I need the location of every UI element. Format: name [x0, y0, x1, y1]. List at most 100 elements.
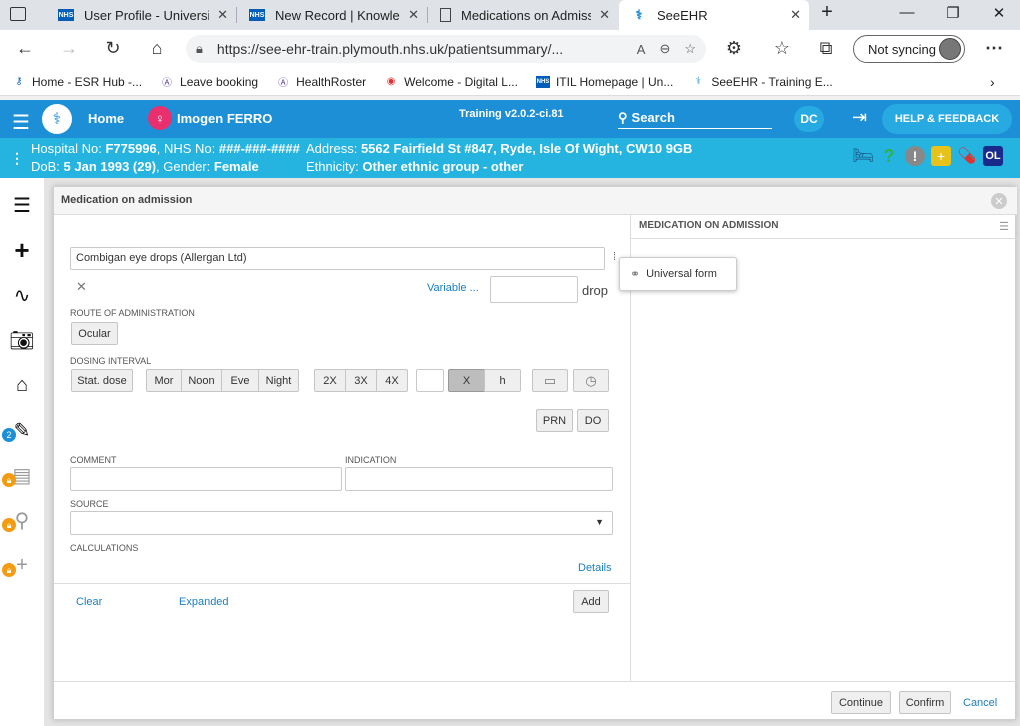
- browser-tab-medications[interactable]: Medications on Admiss ✕: [428, 0, 618, 30]
- browser-tab-new-record[interactable]: NHSNew Record | Knowledg✕: [237, 0, 427, 30]
- time-of-day-group: Mor Noon Eve Night: [146, 369, 299, 392]
- new-tab-icon[interactable]: +: [815, 1, 839, 24]
- patient-name[interactable]: Imogen FERRO: [177, 111, 272, 126]
- freq-3x-button[interactable]: 3X: [345, 369, 377, 392]
- prn-button[interactable]: PRN: [536, 409, 573, 432]
- bookmark-esr-hub[interactable]: ⚷ Home - ESR Hub -...: [12, 75, 142, 89]
- close-tab-icon[interactable]: ✕: [790, 7, 801, 23]
- variable-dose-link[interactable]: Variable ...: [427, 282, 479, 294]
- details-link[interactable]: Details: [578, 562, 612, 574]
- home-icon[interactable]: ⌂: [145, 38, 169, 59]
- time-mor-button[interactable]: Mor: [146, 369, 182, 392]
- bookmark-itil[interactable]: NHS ITIL Homepage | Un...: [535, 75, 673, 89]
- globe-icon: ◉: [386, 76, 396, 87]
- continue-button[interactable]: Continue: [831, 691, 891, 714]
- key-icon: ⚷: [15, 76, 23, 87]
- more-menu-icon[interactable]: ⋯: [982, 38, 1006, 59]
- clear-drug-icon[interactable]: ✕: [76, 279, 87, 295]
- close-tab-icon[interactable]: ✕: [408, 7, 419, 23]
- universal-form-popup[interactable]: ⚭ Universal form: [619, 257, 737, 291]
- url-text[interactable]: https://see-ehr-train.plymouth.nhs.uk/pa…: [217, 41, 623, 57]
- bookmarks-bar: ⚷ Home - ESR Hub -... Ⓐ Leave booking Ⓐ Hea…: [0, 68, 1020, 96]
- comment-input[interactable]: [70, 467, 342, 491]
- confirm-button[interactable]: Confirm: [899, 691, 951, 714]
- browser-tab-user-profile[interactable]: NHS User Profile - University ✕: [46, 0, 236, 30]
- reload-icon[interactable]: ↻: [101, 38, 125, 59]
- seeehr-logo[interactable]: ⚕: [42, 104, 72, 134]
- clear-link[interactable]: Clear: [76, 596, 102, 608]
- notification-badge: 2: [2, 428, 16, 442]
- extensions-icon[interactable]: ⚙: [722, 38, 746, 59]
- question-icon[interactable]: ?: [879, 146, 899, 166]
- universal-form-toggle-icon[interactable]: ⁞: [613, 251, 616, 263]
- camera-icon[interactable]: 📷︎: [8, 326, 36, 354]
- freq-2x-button[interactable]: 2X: [314, 369, 346, 392]
- medication-pill-icon[interactable]: 💊︎: [957, 146, 977, 166]
- restore-icon[interactable]: ❐: [941, 4, 965, 22]
- source-select[interactable]: ▼: [70, 511, 613, 535]
- cancel-link[interactable]: Cancel: [963, 697, 997, 709]
- sync-profile-button[interactable]: Not syncing: [853, 35, 965, 63]
- bookmark-healthroster[interactable]: Ⓐ HealthRoster: [276, 75, 366, 90]
- bookmark-seeehr[interactable]: ⚕ SeeEHR - Training E...: [691, 75, 833, 89]
- bookmarks-overflow-icon[interactable]: ›: [990, 74, 995, 90]
- route-ocular-button[interactable]: Ocular: [71, 322, 118, 345]
- chevron-down-icon: ▼: [595, 517, 604, 527]
- modal-close-icon[interactable]: ✕: [991, 193, 1007, 209]
- ol-badge[interactable]: OL: [983, 146, 1003, 166]
- locked-add-icon[interactable]: + 🔒︎: [2, 551, 36, 579]
- browser-tab-seeehr[interactable]: ⚕ SeeEHR ✕: [619, 0, 809, 30]
- clock-history-icon[interactable]: ◷: [573, 369, 609, 392]
- banner-address: Address: 5562 Fairfield St #847, Ryde, I…: [306, 141, 693, 156]
- expanded-link[interactable]: Expanded: [179, 596, 229, 608]
- calendar-icon[interactable]: ▭: [532, 369, 568, 392]
- interval-h-button[interactable]: h: [484, 369, 521, 392]
- read-aloud-icon[interactable]: A: [637, 42, 646, 57]
- freq-4x-button[interactable]: 4X: [376, 369, 408, 392]
- note-edit-icon[interactable]: ✎ 2: [2, 416, 36, 444]
- add-icon[interactable]: +: [8, 235, 36, 265]
- bed-icon[interactable]: 🛏︎: [852, 146, 874, 166]
- favorite-add-icon[interactable]: ☆: [684, 41, 696, 57]
- left-sidebar: ☰ + ∿ 📷︎ ⌂ ✎ 2 ▤ 🔒︎ ⚲ 🔒︎ + 🔒︎: [0, 178, 44, 726]
- minimize-icon[interactable]: —: [895, 4, 919, 21]
- time-noon-button[interactable]: Noon: [181, 369, 222, 392]
- forward-icon[interactable]: →: [57, 38, 81, 59]
- time-night-button[interactable]: Night: [258, 369, 299, 392]
- interval-x-button[interactable]: X: [448, 369, 485, 392]
- clipboard-icon[interactable]: +: [931, 146, 951, 166]
- alert-icon[interactable]: !: [905, 146, 925, 166]
- indication-input[interactable]: [345, 467, 613, 491]
- collections-icon[interactable]: ⧉: [814, 38, 838, 59]
- bookmark-leave-booking[interactable]: Ⓐ Leave booking: [160, 75, 258, 90]
- window-close-icon[interactable]: ✕: [987, 4, 1011, 22]
- banner-menu-icon[interactable]: ⋮: [10, 150, 24, 167]
- house-medical-icon[interactable]: ⌂: [8, 371, 36, 399]
- time-eve-button[interactable]: Eve: [221, 369, 259, 392]
- logout-icon[interactable]: ⇥: [852, 107, 867, 128]
- back-icon[interactable]: ←: [13, 38, 37, 59]
- locked-clipboard-icon[interactable]: ▤ 🔒︎: [2, 461, 36, 489]
- drug-name-field[interactable]: Combigan eye drops (Allergan Ltd): [70, 247, 605, 270]
- add-button[interactable]: Add: [573, 590, 609, 613]
- interval-input[interactable]: [416, 369, 444, 392]
- home-link[interactable]: Home: [88, 111, 124, 126]
- list-icon[interactable]: ☰: [8, 191, 36, 219]
- favorites-icon[interactable]: ☆: [770, 38, 794, 59]
- close-tab-icon[interactable]: ✕: [599, 7, 610, 23]
- dose-input[interactable]: [490, 276, 578, 303]
- stethoscope-icon[interactable]: ∿: [8, 281, 36, 309]
- do-button[interactable]: DO: [577, 409, 609, 432]
- bookmark-welcome-digital[interactable]: ◉ Welcome - Digital L...: [384, 75, 518, 89]
- global-search[interactable]: ⚲ Search: [618, 107, 772, 129]
- user-initials-badge[interactable]: DC: [794, 106, 824, 132]
- stat-dose-button[interactable]: Stat. dose: [71, 369, 133, 392]
- address-bar[interactable]: 🔒︎ https://see-ehr-train.plymouth.nhs.uk…: [186, 35, 706, 63]
- tab-actions-icon[interactable]: [10, 7, 26, 21]
- help-feedback-button[interactable]: HELP & FEEDBACK: [882, 104, 1012, 134]
- locked-person-icon[interactable]: ⚲ 🔒︎: [2, 506, 36, 534]
- hamburger-menu-icon[interactable]: ☰: [12, 110, 30, 135]
- zoom-icon[interactable]: ⊖: [659, 41, 670, 57]
- close-tab-icon[interactable]: ✕: [217, 7, 228, 23]
- pane-menu-icon[interactable]: ☰: [999, 220, 1009, 233]
